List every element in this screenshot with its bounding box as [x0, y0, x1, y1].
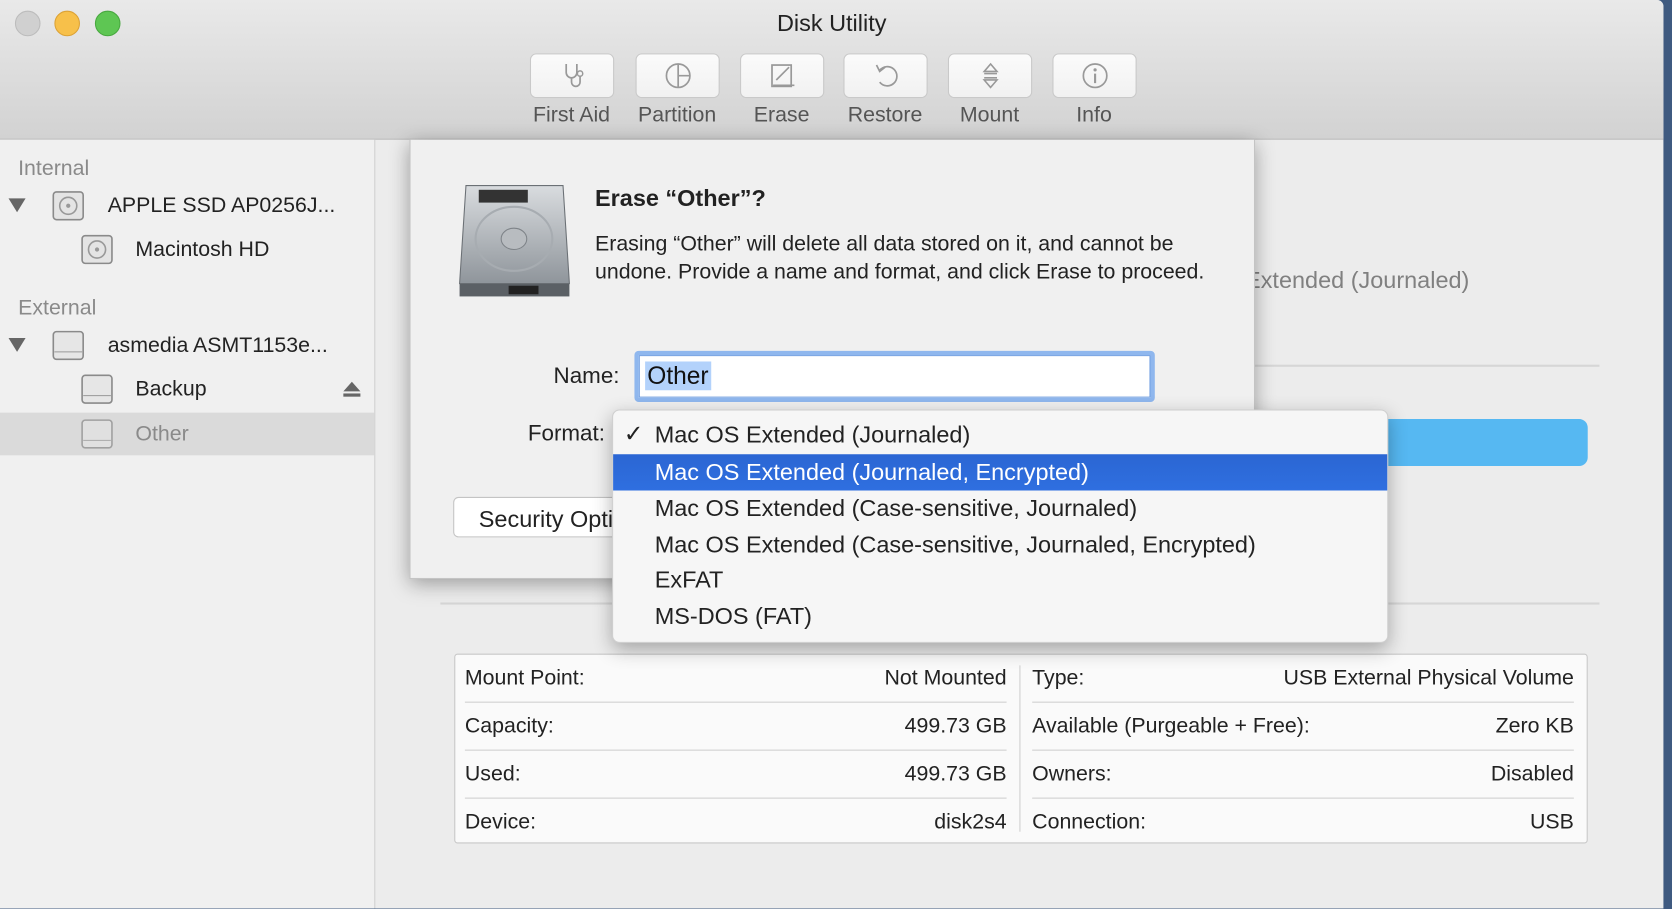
usage-bar	[1375, 419, 1588, 466]
restore-button[interactable]	[843, 53, 928, 99]
sidebar-item-apple-ssd[interactable]: APPLE SSD AP0256J...	[0, 184, 374, 227]
info-device: Device: disk2s4	[464, 810, 1007, 834]
first-aid-button[interactable]	[529, 53, 615, 99]
sidebar-item-label: Other	[135, 422, 189, 446]
sidebar-item-label: Macintosh HD	[135, 237, 270, 262]
format-label: Format:	[527, 421, 605, 446]
info-icon	[1081, 63, 1108, 89]
external-disk-icon	[52, 330, 84, 361]
menu-item-case-sensitive-journaled-encrypted[interactable]: Mac OS Extended (Case-sensitive, Journal…	[613, 527, 1387, 563]
external-volume-icon	[81, 419, 113, 449]
sidebar-item-label: Backup	[135, 377, 207, 401]
info-table: Mount Point: Not Mounted Capacity: 499.73 …	[454, 653, 1588, 844]
partition-button[interactable]	[635, 53, 720, 99]
divider	[1253, 364, 1600, 367]
restore-icon	[875, 64, 898, 87]
format-dropdown-menu: ✓ Mac OS Extended (Journaled) Mac OS Exte…	[612, 409, 1389, 643]
erase-label: Erase	[753, 103, 810, 127]
info-type: Type: USB External Physical Volume	[1032, 655, 1574, 703]
eject-icon[interactable]	[342, 381, 361, 398]
window-title: Disk Utility	[776, 9, 887, 37]
hard-drive-icon	[459, 185, 570, 297]
mount-label: Mount	[959, 103, 1020, 127]
stethoscope-icon	[564, 63, 583, 88]
disclosure-triangle-icon[interactable]	[8, 198, 26, 213]
partition-label: Partition	[637, 103, 717, 127]
menu-item-case-sensitive-journaled[interactable]: Mac OS Extended (Case-sensitive, Journal…	[613, 490, 1387, 526]
disclosure-triangle-icon[interactable]	[8, 338, 26, 352]
pie-icon	[665, 63, 691, 89]
section-external: External	[18, 296, 97, 320]
info-connection: Connection: USB	[1032, 810, 1574, 834]
sidebar-item-macintosh-hd[interactable]: Macintosh HD	[0, 228, 374, 271]
sidebar: Internal APPLE SSD AP0256J... Macintosh …	[0, 139, 376, 909]
first-aid-label: First Aid	[533, 103, 611, 127]
mount-icon	[981, 62, 999, 89]
sidebar-item-other[interactable]: Other	[0, 412, 375, 456]
info-capacity: Capacity: 499.73 GB	[464, 703, 1007, 751]
info-available: Available (Purgeable + Free): Zero KB	[1032, 703, 1574, 751]
name-input[interactable]: Other	[634, 350, 1155, 402]
sidebar-item-backup[interactable]: Backup	[0, 368, 374, 411]
info-used: Used: 499.73 GB	[464, 751, 1007, 799]
info-owners: Owners: Disabled	[1032, 751, 1574, 799]
erase-icon	[770, 64, 794, 88]
restore-label: Restore	[847, 103, 923, 127]
column-divider	[1019, 665, 1021, 832]
mount-button[interactable]	[947, 53, 1033, 99]
titlebar: Disk Utility First Aid Partition Erase R…	[0, 0, 1664, 140]
menu-item-journaled[interactable]: ✓ Mac OS Extended (Journaled)	[613, 417, 1387, 453]
info-mount-point: Mount Point: Not Mounted	[464, 655, 1007, 703]
section-internal: Internal	[18, 156, 90, 181]
name-input-value: Other	[645, 361, 711, 391]
sidebar-item-label: asmedia ASMT1153e...	[107, 333, 328, 358]
internal-volume-icon	[81, 234, 113, 265]
sheet-message: Erasing “Other” will delete all data sto…	[594, 232, 1205, 284]
name-label: Name:	[553, 363, 620, 389]
menu-item-journaled-encrypted[interactable]: Mac OS Extended (Journaled, Encrypted)	[613, 454, 1388, 491]
sheet-title: Erase “Other”?	[594, 184, 766, 212]
external-volume-icon	[81, 374, 113, 404]
sidebar-item-label: APPLE SSD AP0256J...	[107, 194, 336, 218]
checkmark-icon: ✓	[623, 420, 644, 447]
internal-disk-icon	[52, 191, 84, 221]
info-button[interactable]	[1052, 53, 1137, 99]
sidebar-item-asmedia[interactable]: asmedia ASMT1153e...	[0, 324, 374, 367]
menu-item-ms-dos[interactable]: MS-DOS (FAT)	[613, 598, 1387, 634]
erase-button[interactable]	[740, 53, 825, 99]
disk-utility-window: Disk Utility First Aid Partition Erase R…	[0, 0, 1664, 909]
menu-item-exfat[interactable]: ExFAT	[613, 562, 1387, 598]
info-label: Info	[1076, 103, 1112, 127]
